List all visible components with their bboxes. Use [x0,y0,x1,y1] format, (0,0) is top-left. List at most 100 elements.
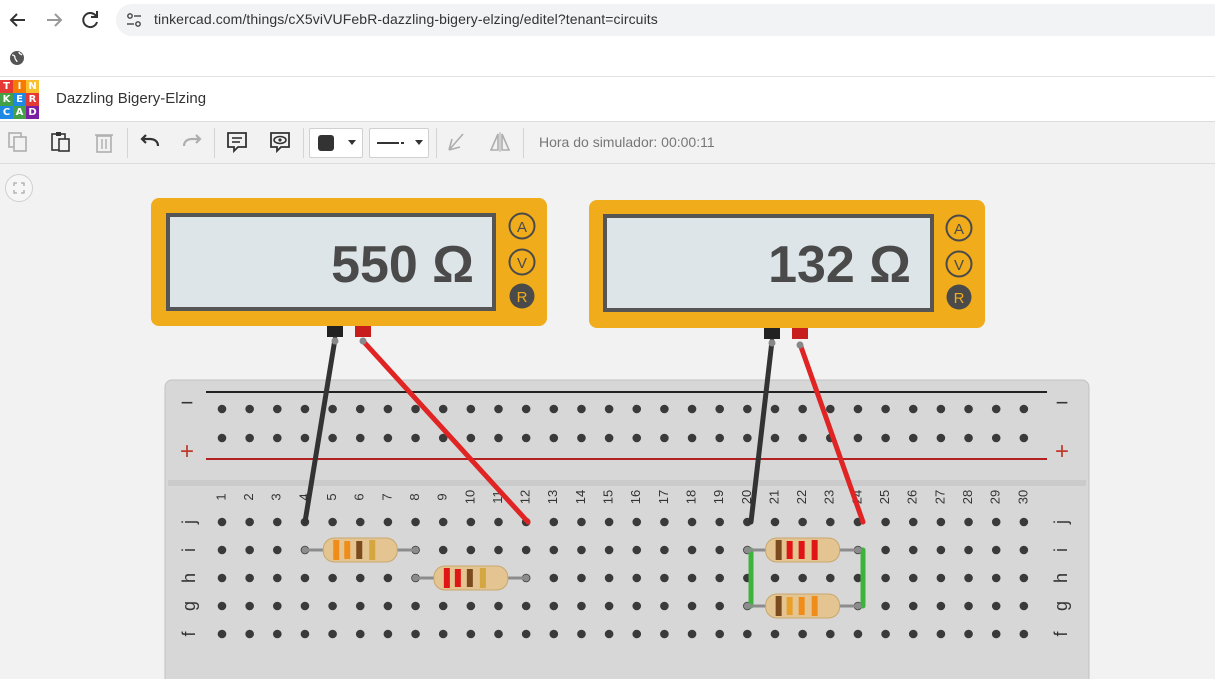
note-icon[interactable] [223,128,251,156]
hole[interactable] [687,601,697,611]
rail-hole[interactable] [521,404,531,414]
hole[interactable] [549,629,559,639]
hole[interactable] [936,629,946,639]
hole[interactable] [908,601,918,611]
rail-hole[interactable] [300,433,310,443]
rail-hole[interactable] [273,433,282,443]
copy-icon[interactable] [4,128,32,156]
rail-hole[interactable] [660,404,669,414]
hole[interactable] [991,629,1001,639]
red-probe-jack[interactable] [355,326,371,337]
hole[interactable] [964,545,973,555]
hole[interactable] [632,573,642,583]
hole[interactable] [687,545,697,555]
flip-icon[interactable] [486,128,514,156]
rail-hole[interactable] [355,404,365,414]
hole[interactable] [577,545,586,555]
rail-hole[interactable] [411,433,420,443]
delete-icon[interactable] [90,128,118,156]
design-title[interactable]: Dazzling Bigery-Elzing [56,90,206,107]
hole[interactable] [770,517,780,527]
rail-hole[interactable] [798,404,807,414]
hole[interactable] [936,517,946,527]
hole[interactable] [438,517,448,527]
rail-hole[interactable] [826,404,835,414]
forward-arrow-icon[interactable] [42,8,66,32]
hole[interactable] [549,573,559,583]
reload-icon[interactable] [78,8,102,32]
rail-hole[interactable] [964,404,973,414]
hole[interactable] [715,573,724,583]
rail-hole[interactable] [632,433,642,443]
hole[interactable] [660,629,669,639]
rail-hole[interactable] [743,404,752,414]
rail-hole[interactable] [217,404,227,414]
hole[interactable] [964,601,973,611]
hole[interactable] [1019,517,1029,527]
hole[interactable] [687,573,697,583]
rail-hole[interactable] [577,433,586,443]
rail-hole[interactable] [273,404,282,414]
rail-hole[interactable] [798,433,807,443]
hole[interactable] [466,517,476,527]
hole[interactable] [328,601,337,611]
hole[interactable] [604,545,614,555]
tinkercad-logo[interactable]: TINKERCAD [0,80,39,119]
hole[interactable] [991,545,1001,555]
hole[interactable] [273,601,282,611]
hole[interactable] [245,545,254,555]
hole[interactable] [770,629,780,639]
rail-hole[interactable] [494,433,503,443]
hole[interactable] [217,517,227,527]
rail-hole[interactable] [660,433,669,443]
hole[interactable] [577,517,586,527]
back-arrow-icon[interactable] [6,8,30,32]
hole[interactable] [438,545,448,555]
hole[interactable] [964,629,973,639]
hole[interactable] [383,517,393,527]
hole[interactable] [715,545,724,555]
circuit-scene[interactable]: − − + + 1 2 3 4 5 6 7 8 9 10 11 12 13 14 15 16 17 18 19 20 2… [0,164,1215,679]
rail-hole[interactable] [881,404,890,414]
rail-hole[interactable] [245,433,254,443]
rail-hole[interactable] [549,404,559,414]
hole[interactable] [964,573,973,583]
hole[interactable] [660,545,669,555]
black-probe-jack[interactable] [764,328,780,339]
hole[interactable] [549,517,559,527]
hole[interactable] [217,601,227,611]
redo-icon[interactable] [178,128,206,156]
hole[interactable] [245,517,254,527]
rail-hole[interactable] [964,433,973,443]
hole[interactable] [660,517,669,527]
rail-hole[interactable] [1019,433,1029,443]
rail-hole[interactable] [466,433,476,443]
hole[interactable] [411,601,420,611]
hole[interactable] [217,629,227,639]
hole[interactable] [770,573,780,583]
black-probe-jack[interactable] [327,326,343,337]
hole[interactable] [991,573,1001,583]
hole[interactable] [383,601,393,611]
hole[interactable] [328,517,337,527]
rail-hole[interactable] [328,404,337,414]
hole[interactable] [743,629,752,639]
hole[interactable] [1019,601,1029,611]
hole[interactable] [632,517,642,527]
hole[interactable] [798,573,807,583]
wire-color-dropdown[interactable] [309,128,363,158]
hole[interactable] [549,545,559,555]
rail-hole[interactable] [881,433,890,443]
hole[interactable] [826,517,835,527]
hole[interactable] [826,573,835,583]
rail-hole[interactable] [908,433,918,443]
hole[interactable] [411,629,420,639]
hole[interactable] [908,517,918,527]
url-text[interactable]: tinkercad.com/things/cX5viVUFebR-dazzlin… [154,11,658,27]
hole[interactable] [1019,629,1029,639]
address-bar[interactable]: tinkercad.com/things/cX5viVUFebR-dazzlin… [116,4,1215,36]
rail-hole[interactable] [715,433,724,443]
hole[interactable] [300,601,310,611]
hole[interactable] [521,601,531,611]
rail-hole[interactable] [521,433,531,443]
